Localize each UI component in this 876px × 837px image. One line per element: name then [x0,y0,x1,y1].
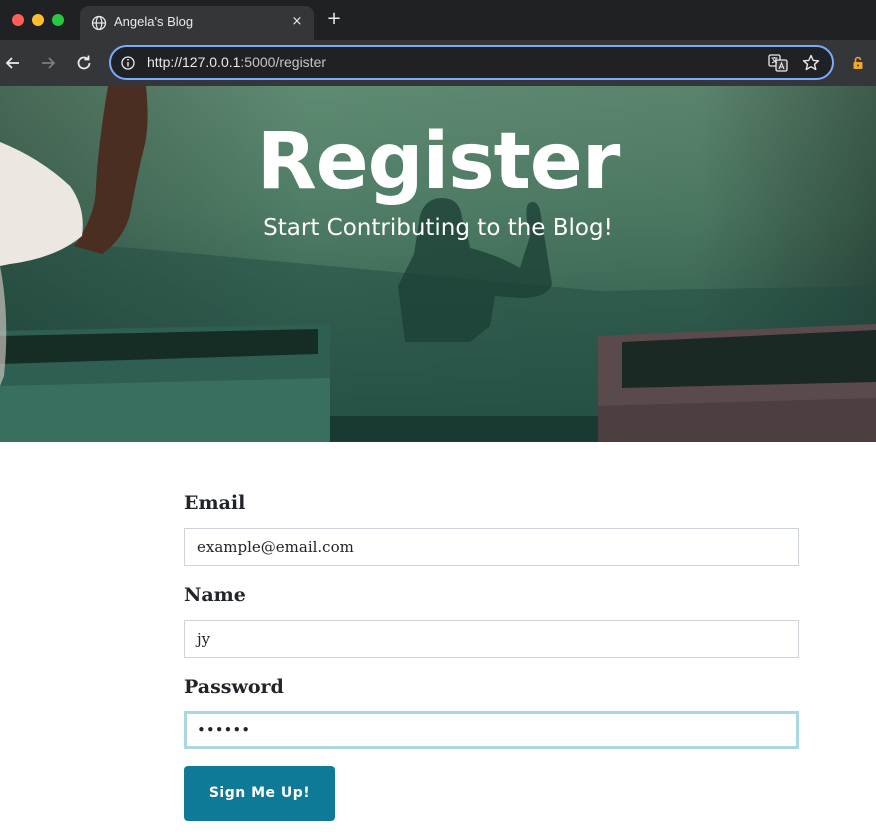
close-window-button[interactable] [12,14,24,26]
page-header-hero: Register Start Contributing to the Blog! [0,86,876,442]
email-input[interactable]: example@email.com [184,528,799,566]
reload-icon[interactable] [73,52,95,74]
browser-toolbar: http://127.0.0.1:5000/register [0,40,876,86]
sign-me-up-button[interactable]: Sign Me Up! [184,766,335,821]
name-label: Name [184,584,246,606]
back-arrow-icon[interactable] [2,52,24,74]
name-input[interactable]: jy [184,620,799,658]
close-tab-icon[interactable]: × [289,13,305,31]
minimize-window-button[interactable] [32,14,44,26]
page-title: Register [256,117,621,207]
address-bar[interactable]: http://127.0.0.1:5000/register [109,45,834,80]
translate-icon[interactable] [768,54,788,72]
new-tab-button[interactable]: + [324,9,344,29]
url-path: :5000/register [240,54,327,70]
browser-tab-active[interactable]: Angela's Blog × [80,6,314,40]
password-label: Password [184,676,284,698]
lock-icon[interactable] [850,55,866,71]
maximize-window-button[interactable] [52,14,64,26]
password-input[interactable]: •••••• [184,711,799,749]
info-icon[interactable] [120,55,136,71]
globe-icon [91,15,107,31]
bookmark-star-icon[interactable] [801,53,821,73]
forward-arrow-icon[interactable] [37,52,59,74]
url-text[interactable]: http://127.0.0.1:5000/register [147,54,326,70]
browser-tab-bar: Angela's Blog × + [0,0,876,40]
page-subtitle: Start Contributing to the Blog! [263,215,613,241]
url-host: http://127.0.0.1 [147,54,241,70]
email-label: Email [184,492,246,514]
tab-title: Angela's Blog [114,14,194,29]
